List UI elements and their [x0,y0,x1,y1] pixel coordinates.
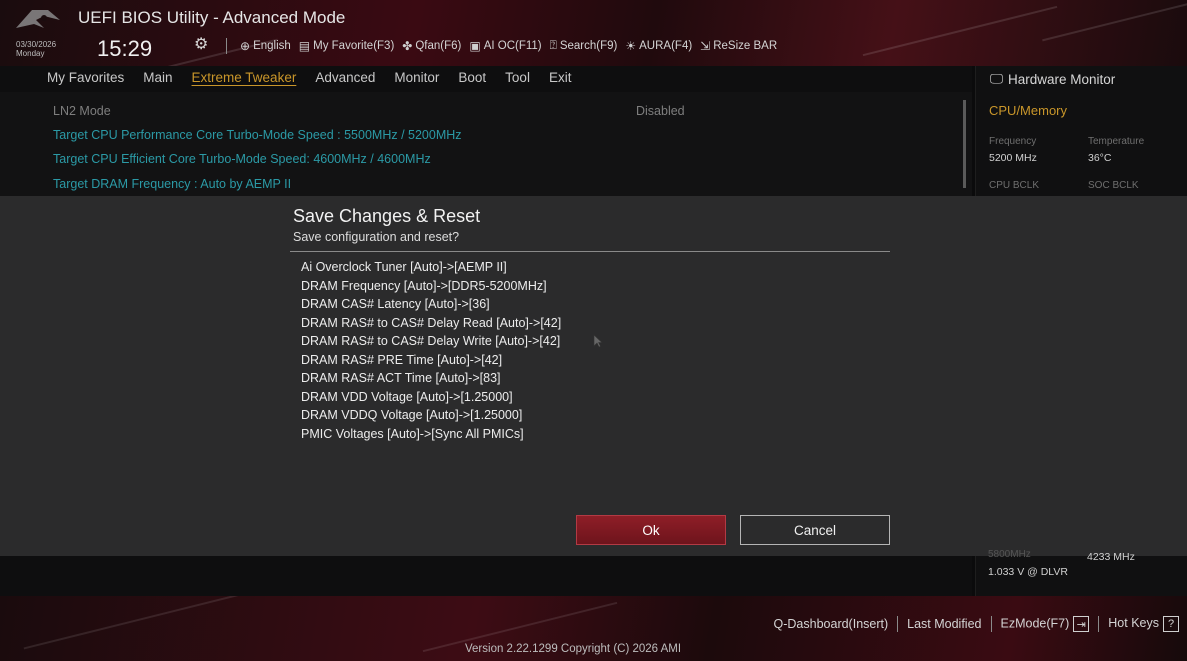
footer-bar: Q-Dashboard(Insert) Last Modified EzMode… [0,596,1187,661]
dialog-divider [290,251,890,252]
settings-content: LN2 Mode Disabled Target CPU Performance… [0,92,972,196]
frequency-label: Frequency [989,136,1037,147]
aura-icon: ☀ [625,38,637,53]
ln2-mode-label[interactable]: LN2 Mode [53,104,111,118]
content-bottom [0,556,972,596]
dialog-title: Save Changes & Reset [293,206,481,226]
eff-core-speed-info: Target CPU Efficient Core Turbo-Mode Spe… [53,152,431,166]
toolbar: ⊕ English ▤ My Favorite(F3) ✤ Qfan(F6) ▣… [240,38,777,53]
q-dashboard-button[interactable]: Q-Dashboard(Insert) [774,617,889,631]
list-item: DRAM RAS# to CAS# Delay Read [Auto]->[42… [301,315,562,330]
hw-partial-value-right: 4233 MHz [1087,551,1135,563]
fan-icon: ✤ [402,38,413,53]
top-bar: UEFI BIOS Utility - Advanced Mode 03/30/… [0,0,1187,66]
cpu-bclk-label: CPU BCLK [989,180,1040,191]
list-item: DRAM RAS# to CAS# Delay Write [Auto]->[4… [301,334,561,348]
ok-button[interactable]: Ok [576,515,726,545]
clock-time: 15:29 [97,36,153,61]
gear-icon[interactable]: ⚙ [194,34,208,54]
footer-divider [1098,616,1100,632]
last-modified-button[interactable]: Last Modified [907,617,981,631]
changes-list: Ai Overclock Tuner [Auto]->[AEMP II] DRA… [301,258,561,443]
help-icon: ? [1163,616,1179,632]
list-item: DRAM VDD Voltage [Auto]->[1.25000] [301,389,513,404]
content-scrollbar[interactable] [963,100,966,188]
footer-divider [990,616,992,632]
language-button[interactable]: ⊕ English [240,38,291,53]
soc-bclk-label: SOC BCLK [1088,180,1139,191]
main-menu-bar: My Favorites Main Extreme Tweaker Advanc… [0,66,972,92]
aura-button[interactable]: ☀ AURA(F4) [625,38,692,53]
list-item: DRAM RAS# PRE Time [Auto]->[42] [301,352,503,367]
dram-frequency-info: Target DRAM Frequency : Auto by AEMP II [53,177,292,191]
footer-divider [897,616,899,632]
temperature-label: Temperature [1088,136,1145,147]
hw-voltage-value: 1.033 V @ DLVR [988,566,1068,578]
search-icon: ⍰ [549,38,557,52]
date-display: 03/30/2026 Monday [16,40,57,58]
cpu-memory-section: CPU/Memory [989,103,1068,118]
list-item: DRAM RAS# ACT Time [Auto]->[83] [301,371,501,385]
hw-partial-value-top: 5800MHz [988,549,1031,560]
cancel-button[interactable]: Cancel [740,515,890,545]
globe-icon: ⊕ [240,38,251,53]
frequency-value: 5200 MHz [989,152,1037,164]
qfan-button[interactable]: ✤ Qfan(F6) [402,38,461,53]
dialog-overlay [0,196,1187,556]
tab-advanced[interactable]: Advanced [315,70,375,85]
ezmode-exit-icon: ⇥ [1073,616,1090,632]
favorite-icon: ▤ [298,38,311,53]
ai-oc-icon: ▣ [469,38,481,53]
tab-monitor[interactable]: Monitor [394,70,439,85]
tab-tool[interactable]: Tool [505,70,530,85]
ezmode-button[interactable]: EzMode(F7) ⇥ [1001,616,1090,632]
perf-core-speed-info: Target CPU Performance Core Turbo-Mode S… [53,128,462,142]
hardware-monitor-title: 🖵 Hardware Monitor [990,71,1116,87]
tab-my-favorites[interactable]: My Favorites [47,70,124,85]
resize-bar-icon: ⇲ [700,38,711,53]
temperature-value: 36°C [1088,152,1112,164]
list-item: DRAM CAS# Latency [Auto]->[36] [301,297,490,311]
my-favorite-button[interactable]: ▤ My Favorite(F3) [299,38,395,53]
tab-exit[interactable]: Exit [549,70,572,85]
hot-keys-button[interactable]: Hot Keys? [1108,616,1179,632]
search-button[interactable]: ⍰ Search(F9) [550,38,618,53]
list-item: DRAM VDDQ Voltage [Auto]->[1.25000] [301,408,523,422]
footer-links: Q-Dashboard(Insert) Last Modified EzMode… [774,616,1179,632]
list-item: PMIC Voltages [Auto]->[Sync All PMICs] [301,426,524,441]
toolbar-divider [226,38,227,54]
mouse-cursor-icon [593,334,603,348]
resize-bar-button[interactable]: ⇲ ReSize BAR [700,38,777,53]
version-text: Version 2.22.1299 Copyright (C) 2026 AMI [465,643,682,655]
menu-tabs: My Favorites Main Extreme Tweaker Advanc… [47,70,571,85]
list-item: DRAM Frequency [Auto]->[DDR5-5200MHz] [301,278,547,293]
list-item: Ai Overclock Tuner [Auto]->[AEMP II] [301,260,507,274]
rog-logo-icon [16,10,60,28]
app-title: UEFI BIOS Utility - Advanced Mode [78,8,346,27]
ln2-mode-value[interactable]: Disabled [636,104,685,118]
monitor-icon: 🖵 [990,71,1004,86]
tab-boot[interactable]: Boot [458,70,486,85]
tab-main[interactable]: Main [143,70,172,85]
dialog-subtitle: Save configuration and reset? [293,230,460,244]
tab-extreme-tweaker[interactable]: Extreme Tweaker [192,70,297,85]
ai-oc-button[interactable]: ▣ AI OC(F11) [469,38,541,53]
